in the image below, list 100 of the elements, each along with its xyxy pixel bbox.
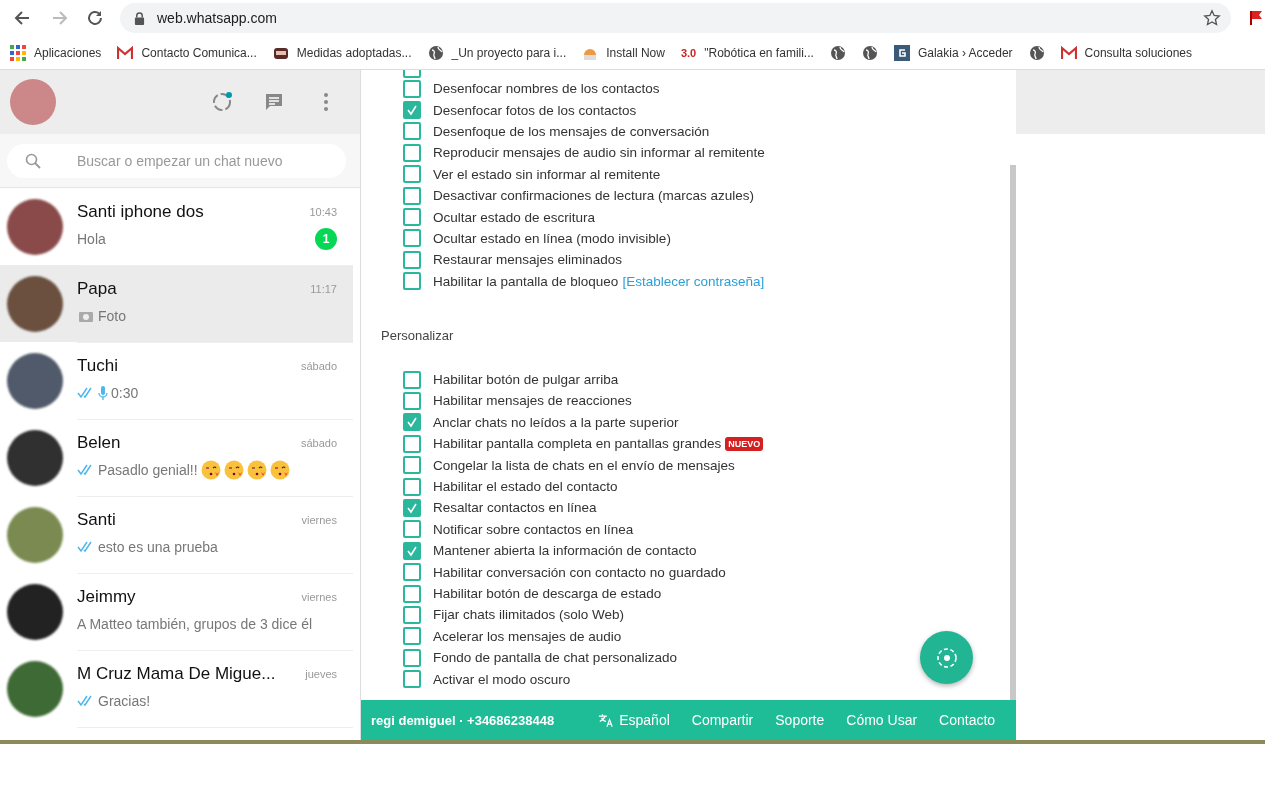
globe-icon [427, 44, 444, 61]
chat-time: sábado [300, 360, 337, 372]
option-label: Mantener abierta la información de contacto [433, 543, 697, 559]
new-badge: NUEVO [725, 436, 764, 451]
contact-name: Belen [77, 433, 122, 453]
option-label: Desenfocar fotos de los contactos [433, 102, 637, 118]
checkbox[interactable] [403, 456, 421, 475]
bookmark[interactable] [861, 44, 878, 61]
user-info: regi demiguel · +34686238448 [371, 712, 555, 728]
checkbox[interactable] [403, 605, 421, 624]
contact-name: Santi [77, 510, 117, 530]
lock-icon [134, 11, 145, 25]
square-logo-icon [893, 44, 910, 61]
checkbox[interactable] [403, 165, 421, 184]
globe-icon [1028, 44, 1045, 61]
kiss-emoji-icon [223, 460, 244, 480]
checkbox[interactable] [403, 143, 421, 162]
reload-icon[interactable] [85, 8, 105, 28]
star-icon[interactable] [1203, 9, 1221, 27]
section-title: Personalizar [381, 327, 455, 343]
checkbox[interactable] [403, 477, 421, 496]
microphone-icon [98, 385, 108, 401]
checkbox[interactable] [403, 101, 421, 120]
check-icon [405, 103, 419, 118]
option-label: Habilitar el estado del contacto [433, 479, 618, 495]
checkbox[interactable] [403, 250, 421, 269]
bookmark[interactable]: Galakia › Acceder [893, 44, 1013, 61]
flag-icon[interactable] [1249, 10, 1263, 26]
kiss-emoji-icon [269, 460, 290, 480]
mail-icon [117, 44, 134, 61]
checkbox[interactable] [403, 208, 421, 227]
checkbox[interactable] [403, 541, 421, 560]
kiss-emoji-icon [200, 460, 221, 480]
bookmark[interactable]: _Un proyecto para i... [427, 44, 567, 61]
checkbox[interactable] [403, 186, 421, 205]
chat-item[interactable]: Papa 11:17 Foto [0, 265, 353, 342]
checkbox[interactable] [403, 434, 421, 453]
status-icon[interactable] [210, 90, 234, 114]
option-label: Desenfoque de los mensajes de conversación [433, 123, 710, 139]
scrollbar-thumb[interactable] [1010, 165, 1016, 700]
option-label: Congelar la lista de chats en el envío de mensajes [433, 457, 735, 473]
target-icon [934, 645, 959, 670]
check-icon [405, 415, 419, 430]
message-preview: Foto [98, 308, 126, 324]
address-bar[interactable]: web.whatsapp.com [120, 3, 1231, 33]
search-icon [25, 152, 41, 169]
checkbox[interactable] [403, 520, 421, 539]
checkbox[interactable] [403, 122, 421, 141]
option-label: Desactivar confirmaciones de lectura (marcas azules) [433, 188, 755, 204]
apps-grid-icon [10, 44, 26, 61]
bookmark[interactable]: Contacto Comunica... [117, 44, 257, 61]
option-label: Acelerar los mensajes de audio [433, 628, 622, 644]
checkbox[interactable] [403, 648, 421, 667]
option-label: Ocultar estado de escritura [433, 209, 596, 225]
option-label: Reproducir mensajes de audio sin informar al remitente [433, 145, 765, 161]
profile-avatar[interactable] [10, 79, 56, 125]
message-preview: esto es una prueba [98, 539, 218, 555]
checkbox[interactable] [403, 563, 421, 582]
message-preview: Hola [77, 231, 106, 247]
contact-name: Papa [77, 279, 118, 299]
checkbox[interactable] [403, 272, 421, 291]
message-preview: Gracias! [98, 693, 151, 709]
checkbox[interactable] [403, 370, 421, 389]
unread-count-badge: 1 [315, 228, 337, 250]
contact-name: Jeimmy [77, 587, 137, 607]
checkbox[interactable] [403, 229, 421, 248]
camera-icon [77, 310, 95, 322]
checkbox[interactable] [403, 627, 421, 646]
translate-icon [598, 712, 615, 728]
bookmark[interactable] [829, 44, 846, 61]
option-label: Restaurar mensajes eliminados [433, 252, 623, 268]
option-label: Ver el estado sin informar al remitente [433, 166, 661, 182]
option-label: Activar el modo oscuro [433, 671, 571, 687]
contact-name: M Cruz Mama De Migue... [77, 664, 277, 684]
bookmark[interactable] [1028, 44, 1045, 61]
search-field[interactable]: Buscar o empezar un chat nuevo [7, 143, 346, 178]
bookmark[interactable]: Aplicaciones [10, 44, 102, 61]
checkbox[interactable] [403, 79, 421, 98]
bookmark[interactable]: Install Now [582, 44, 665, 61]
option-label: Habilitar pantalla completa en pantallas grandes [433, 436, 722, 452]
chat-time: viernes [301, 514, 337, 526]
option-label: Desenfocar nombres de los contactos [433, 81, 660, 97]
globe-icon [861, 44, 878, 61]
floating-action-button[interactable] [920, 631, 973, 684]
chat-time: 11:17 [310, 283, 337, 295]
contact-name: Tuchi [77, 356, 119, 376]
checkbox[interactable] [403, 413, 421, 432]
message-preview: A Matteo también, grupos de 3 dice él [77, 616, 313, 632]
chat-time: jueves [305, 668, 337, 680]
bookmark[interactable]: Consulta soluciones [1060, 44, 1192, 61]
checkbox[interactable] [403, 392, 421, 410]
checkbox[interactable] [403, 670, 421, 689]
option-label: Habilitar conversación con contacto no guardado [433, 564, 726, 580]
bookmark[interactable]: Medidas adoptadas... [272, 44, 412, 61]
option-label: Notificar sobre contactos en línea [433, 521, 634, 537]
chat-time: 10:43 [309, 206, 337, 218]
checkbox[interactable] [403, 498, 421, 517]
checkbox[interactable] [403, 584, 421, 603]
bookmark[interactable]: 3.0 "Robótica en famili... [680, 45, 814, 60]
chat-time: sábado [300, 437, 337, 449]
